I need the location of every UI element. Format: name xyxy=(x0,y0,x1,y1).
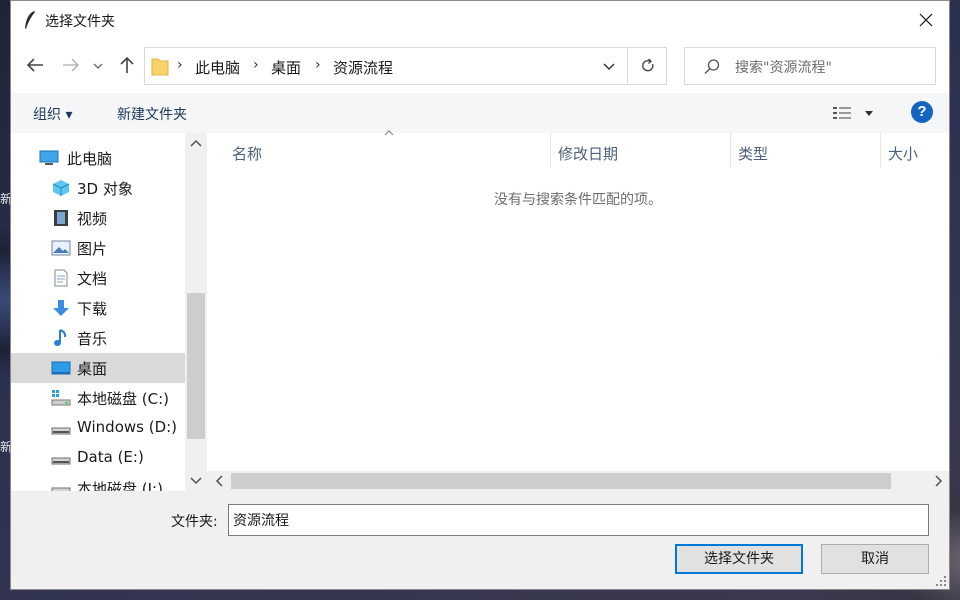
breadcrumb-current-folder[interactable]: 资源流程 xyxy=(333,57,393,78)
sidebar-item-this-pc[interactable]: 此电脑 xyxy=(11,143,185,173)
chevron-right-icon[interactable]: › xyxy=(177,57,183,73)
address-history-dropdown[interactable] xyxy=(591,48,627,84)
drive-icon xyxy=(51,427,71,435)
file-list: 名称 修改日期 类型 大小 没有与搜索条件匹配的项。 xyxy=(207,130,949,491)
sidebar-item-label: 下载 xyxy=(77,300,108,318)
download-icon xyxy=(53,300,69,316)
search-placeholder: 搜索"资源流程" xyxy=(735,60,832,76)
navigation-bar: › 此电脑 › 桌面 › 资源流程 搜索"资源流程" xyxy=(11,39,949,93)
close-icon xyxy=(919,13,933,27)
sidebar-item-label: 视频 xyxy=(77,210,108,228)
arrow-right-icon xyxy=(63,58,80,72)
chevron-right-icon[interactable]: › xyxy=(253,57,259,73)
up-button[interactable] xyxy=(115,53,139,77)
sidebar-item-desktop[interactable]: 桌面 xyxy=(11,353,185,383)
search-input[interactable]: 搜索"资源流程" xyxy=(684,47,936,85)
chevron-down-icon xyxy=(603,63,615,70)
navigation-pane: 此电脑 3D 对象 视频 图片 文档 下载 音乐 桌面 本地磁盘 (C:) Wi… xyxy=(11,133,207,491)
sidebar-item-drive-d[interactable]: Windows (D:) xyxy=(11,413,185,443)
chevron-up-icon[interactable] xyxy=(190,139,202,147)
feather-icon xyxy=(25,11,35,29)
folder-field-label: 文件夹: xyxy=(171,514,218,530)
organize-menu[interactable]: 组织 ▾ xyxy=(33,104,72,124)
computer-icon xyxy=(39,150,59,165)
file-list-horizontal-scrollbar[interactable] xyxy=(207,471,949,491)
drive-icon xyxy=(51,487,71,491)
folder-name-field[interactable] xyxy=(228,504,929,536)
sidebar-item-label: 本地磁盘 (I:) xyxy=(77,480,163,491)
breadcrumb-this-pc[interactable]: 此电脑 xyxy=(195,57,240,78)
empty-folder-message: 没有与搜索条件匹配的项。 xyxy=(494,192,662,208)
sidebar-item-drive-e[interactable]: Data (E:) xyxy=(11,443,185,473)
recent-locations-button[interactable] xyxy=(91,53,105,77)
desktop-icon xyxy=(51,361,71,375)
chevron-right-icon[interactable] xyxy=(935,475,943,487)
forward-button[interactable] xyxy=(59,53,83,77)
resize-grip-icon[interactable] xyxy=(935,575,947,587)
sidebar-item-documents[interactable]: 文档 xyxy=(11,263,185,293)
music-icon xyxy=(54,329,67,346)
picture-icon xyxy=(51,240,71,256)
sidebar-item-drive-i[interactable]: 本地磁盘 (I:) xyxy=(11,473,185,491)
sidebar-item-music[interactable]: 音乐 xyxy=(11,323,185,353)
sidebar-item-label: 文档 xyxy=(77,270,108,288)
column-header-date-modified[interactable]: 修改日期 xyxy=(558,143,618,164)
system-drive-icon xyxy=(51,390,71,406)
scrollbar-thumb[interactable] xyxy=(231,473,891,489)
folder-icon xyxy=(151,58,169,76)
column-header-type[interactable]: 类型 xyxy=(738,143,768,164)
details-view-icon xyxy=(833,107,873,119)
column-divider[interactable] xyxy=(880,133,881,167)
sidebar-item-label: 图片 xyxy=(77,240,108,258)
sidebar-item-label: 桌面 xyxy=(77,360,108,378)
sidebar-item-label: Data (E:) xyxy=(77,448,144,466)
sort-ascending-icon xyxy=(384,130,394,136)
document-icon xyxy=(54,269,68,287)
chevron-down-icon[interactable] xyxy=(190,477,202,485)
cancel-button[interactable]: 取消 xyxy=(821,544,929,574)
sidebar-item-videos[interactable]: 视频 xyxy=(11,203,185,233)
drive-icon xyxy=(51,457,71,465)
column-divider[interactable] xyxy=(550,133,551,167)
arrow-left-icon xyxy=(26,58,43,72)
chevron-right-icon[interactable]: › xyxy=(315,57,321,73)
arrow-up-icon xyxy=(120,56,134,73)
folder-picker-dialog: 选择文件夹 › 此电脑 › 桌面 › 资源流程 搜索"资源流程" 组织 ▾ 新建… xyxy=(10,0,950,590)
command-toolbar: 组织 ▾ 新建文件夹 ? xyxy=(11,93,949,133)
scrollbar-thumb[interactable] xyxy=(187,293,205,439)
film-icon xyxy=(54,210,68,226)
back-button[interactable] xyxy=(23,53,47,77)
sidebar-item-label: 此电脑 xyxy=(67,150,113,168)
help-button[interactable]: ? xyxy=(911,101,933,123)
address-bar[interactable]: › 此电脑 › 桌面 › 资源流程 xyxy=(144,47,667,85)
sidebar-item-downloads[interactable]: 下载 xyxy=(11,293,185,323)
sidebar-item-pictures[interactable]: 图片 xyxy=(11,233,185,263)
view-options-button[interactable] xyxy=(831,103,879,125)
breadcrumb-desktop[interactable]: 桌面 xyxy=(271,57,301,78)
window-title: 选择文件夹 xyxy=(45,14,115,30)
search-icon xyxy=(704,59,720,74)
title-bar[interactable]: 选择文件夹 xyxy=(11,1,949,39)
refresh-button[interactable] xyxy=(627,48,666,84)
select-folder-button[interactable]: 选择文件夹 xyxy=(675,544,803,574)
sidebar-item-drive-c[interactable]: 本地磁盘 (C:) xyxy=(11,383,185,413)
refresh-icon xyxy=(642,58,654,72)
chevron-left-icon[interactable] xyxy=(215,475,223,487)
sidebar-item-3d-objects[interactable]: 3D 对象 xyxy=(11,173,185,203)
cube-icon xyxy=(52,180,70,196)
new-folder-button[interactable]: 新建文件夹 xyxy=(117,104,187,124)
navigation-pane-scrollbar[interactable] xyxy=(185,133,207,491)
sidebar-item-label: Windows (D:) xyxy=(77,418,178,436)
column-header-name[interactable]: 名称 xyxy=(232,143,262,164)
sidebar-item-label: 3D 对象 xyxy=(77,180,133,198)
column-divider[interactable] xyxy=(730,133,731,167)
sidebar-item-label: 音乐 xyxy=(77,330,108,348)
sidebar-item-label: 本地磁盘 (C:) xyxy=(77,390,169,408)
column-header-size[interactable]: 大小 xyxy=(888,143,918,164)
chevron-down-icon xyxy=(93,63,103,69)
close-button[interactable] xyxy=(903,1,949,39)
